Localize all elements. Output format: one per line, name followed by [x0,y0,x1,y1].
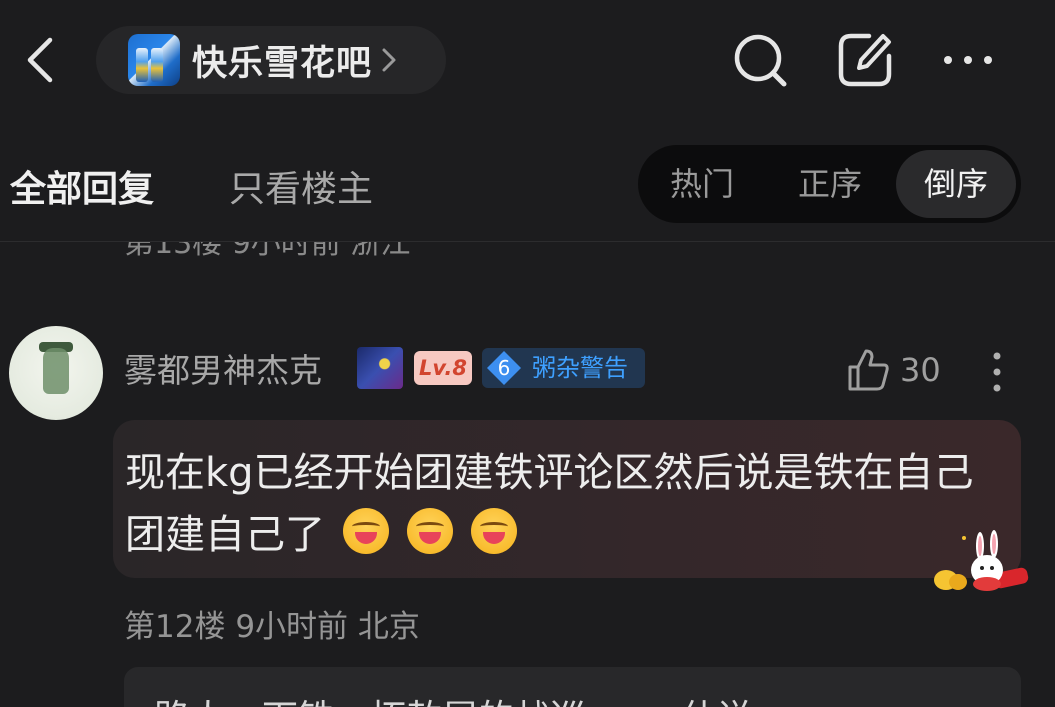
galaxy-emoji-icon [357,347,403,389]
search-icon [734,34,787,87]
grin-emoji-icon [471,508,517,554]
title-name: 粥杂警告 [532,354,628,382]
edit-icon [838,33,892,87]
post-detail-page: 快乐雪花吧 全部回复 只看楼主 热门 正序 倒序 第13楼 9小时前 浙江 雾都… [0,0,1055,707]
more-vertical-icon [993,352,1001,392]
floor-number: 第12楼 [124,609,226,645]
forum-link[interactable]: 快乐雪花吧 [96,26,446,94]
post-time: 9小时前 [235,609,349,645]
thumbs-up-icon [848,349,889,391]
chevron-right-icon [382,48,396,72]
sort-ascending-option[interactable]: 正序 [784,145,876,223]
like-button[interactable]: 30 [846,345,941,395]
more-options-button[interactable] [938,30,998,90]
grin-emoji-icon [343,508,389,554]
sort-hot-option[interactable]: 热门 [656,145,748,223]
title-badge: 6 粥杂警告 [482,348,645,388]
filter-bar: 全部回复 只看楼主 热门 正序 倒序 [0,120,1055,242]
search-button[interactable] [730,30,790,90]
sort-descending-option[interactable]: 倒序 [896,150,1016,218]
post-location: 北京 [357,609,420,645]
top-nav-bar: 快乐雪花吧 [0,0,1055,120]
more-horizontal-icon [944,56,992,64]
title-level: 6 [497,356,511,380]
post-content: 现在kg已经开始团建铁评论区然后说是铁在自己团建自己了 [125,442,1005,566]
chevron-left-icon [27,37,53,83]
edit-post-button[interactable] [835,30,895,90]
tab-all-replies[interactable]: 全部回复 [10,160,154,212]
post-content-bubble: 现在kg已经开始团建铁评论区然后说是铁在自己团建自己了 [113,420,1021,578]
forum-name: 快乐雪花吧 [192,43,373,84]
level-badge: Lv.8 [414,351,472,385]
post-more-button[interactable] [980,350,1014,394]
rabbit-sticker-icon [934,530,1029,591]
username[interactable]: 雾都男神杰克 [124,344,322,392]
tab-only-op[interactable]: 只看楼主 [229,160,373,212]
forum-avatar [128,34,180,86]
user-avatar[interactable] [9,326,103,420]
post-meta: 第12楼 9小时前 北京 [124,601,420,646]
reply-preview-text: 路人、下铁、拓敖屌的战巡 …… 什说 [154,689,753,707]
sub-replies-box[interactable]: 路人、下铁、拓敖屌的战巡 …… 什说 [124,667,1021,707]
grin-emoji-icon [407,508,453,554]
like-count: 30 [900,351,941,389]
sort-toggle: 热门 正序 倒序 [638,145,1021,223]
back-button[interactable] [22,32,62,88]
post-text: 现在kg已经开始团建铁评论区然后说是铁在自己团建自己了 [125,450,974,558]
